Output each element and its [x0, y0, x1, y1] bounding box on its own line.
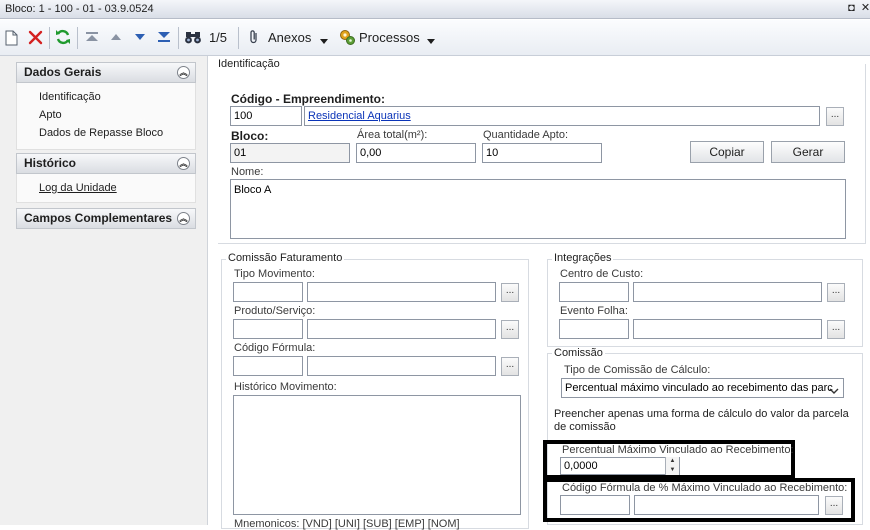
paperclip-icon[interactable]: [247, 29, 261, 45]
copiar-button[interactable]: Copiar: [690, 141, 764, 163]
percentual-spinner[interactable]: ▲ ▼: [665, 457, 679, 475]
empreendimento-field[interactable]: Residencial Aquarius: [304, 106, 820, 126]
comissao-faturamento-title: Comissão Faturamento: [226, 252, 345, 264]
nav-header-label: Dados Gerais: [24, 65, 102, 79]
codigo-formula-percentual-code-input[interactable]: [560, 495, 630, 515]
centro-custo-desc-input[interactable]: [633, 282, 822, 302]
codigo-formula-lookup-button[interactable]: ...: [501, 357, 519, 376]
area-total-label: Área total(m²):: [357, 129, 428, 141]
tipo-movimento-lookup-button[interactable]: ...: [501, 283, 519, 302]
processos-button[interactable]: Processos: [359, 28, 420, 48]
last-record-icon[interactable]: [157, 31, 171, 43]
nav-item-log-unidade[interactable]: Log da Unidade: [39, 182, 117, 194]
refresh-icon[interactable]: [55, 29, 71, 45]
codigo-formula-percentual-label: Código Fórmula de % Máximo Vinculado ao …: [562, 482, 848, 494]
produto-code-input[interactable]: [233, 319, 303, 339]
centro-custo-label: Centro de Custo:: [560, 268, 644, 280]
percentual-maximo-input[interactable]: 0,0000: [560, 457, 680, 475]
historico-movimento-textarea[interactable]: [233, 395, 521, 515]
tipo-movimento-desc-input[interactable]: [307, 282, 496, 302]
previous-record-icon[interactable]: [110, 32, 122, 42]
window-title-bar: Bloco: 1 - 100 - 01 - 03.9.0524: [0, 0, 870, 19]
restore-icon[interactable]: ◘: [846, 3, 857, 14]
collapse-chevron-icon[interactable]: ︽: [177, 66, 190, 79]
first-record-icon[interactable]: [85, 31, 99, 43]
evento-folha-code-input[interactable]: [559, 319, 629, 339]
tipo-comissao-dropdown-icon[interactable]: [829, 385, 839, 394]
spin-down-icon[interactable]: ▼: [666, 466, 679, 475]
tipo-comissao-value: Percentual máximo vinculado ao recebimen…: [565, 382, 833, 394]
codigo-formula-desc-input[interactable]: [307, 356, 496, 376]
codigo-formula-label: Código Fórmula:: [234, 342, 316, 354]
nav-header-label: Campos Complementares: [24, 211, 173, 225]
tipo-comissao-label: Tipo de Comissão de Cálculo:: [564, 364, 711, 376]
toolbar-separator: [178, 27, 179, 49]
quantidade-apto-label: Quantidade Apto:: [483, 129, 569, 141]
percentual-maximo-label: Percentual Máximo Vinculado ao Recebimen…: [562, 444, 794, 456]
tipo-movimento-label: Tipo Movimento:: [234, 268, 315, 280]
processos-dropdown-icon[interactable]: [427, 35, 435, 44]
new-icon[interactable]: [5, 30, 18, 46]
produto-lookup-button[interactable]: ...: [501, 320, 519, 339]
nome-label: Nome:: [231, 166, 264, 178]
codigo-formula-percentual-desc-input[interactable]: [634, 495, 819, 515]
next-record-icon[interactable]: [134, 32, 146, 42]
nav-item-identificacao[interactable]: Identificação: [39, 91, 101, 103]
nome-textarea[interactable]: Bloco A: [230, 179, 846, 239]
codigo-formula-percentual-lookup-button[interactable]: ...: [825, 496, 843, 515]
historico-movimento-label: Histórico Movimento:: [234, 381, 337, 393]
record-position: 1/5: [208, 30, 228, 45]
evento-folha-desc-input[interactable]: [633, 319, 822, 339]
codigo-empreendimento-label: Código - Empreendimento:: [231, 92, 385, 106]
comissao-title: Comissão: [552, 347, 605, 359]
collapse-chevron-icon[interactable]: ︽: [177, 157, 190, 170]
produto-desc-input[interactable]: [307, 319, 496, 339]
anexos-button[interactable]: Anexos: [268, 28, 312, 48]
toolbar-separator: [77, 27, 78, 49]
toolbar-separator: [238, 27, 239, 49]
nav-header-label: Histórico: [24, 156, 77, 170]
toolbar: [0, 20, 870, 56]
produto-servico-label: Produto/Serviço:: [234, 305, 316, 317]
binoculars-icon[interactable]: [184, 30, 202, 44]
comissao-hint-text: Preencher apenas uma forma de cálculo do…: [554, 408, 849, 433]
codigo-input[interactable]: 100: [230, 106, 302, 126]
delete-icon[interactable]: [28, 30, 43, 45]
centro-custo-code-input[interactable]: [559, 282, 629, 302]
area-total-input[interactable]: 0,00: [356, 143, 476, 163]
codigo-formula-code-input[interactable]: [233, 356, 303, 376]
toolbar-separator: [49, 27, 50, 49]
empreendimento-lookup-button[interactable]: ...: [826, 107, 844, 126]
integracoes-title: Integrações: [552, 252, 614, 264]
collapse-chevron-icon[interactable]: ︽: [177, 212, 190, 225]
evento-folha-lookup-button[interactable]: ...: [827, 320, 845, 339]
nav-item-dados-repasse[interactable]: Dados de Repasse Bloco: [39, 127, 163, 139]
quantidade-apto-input[interactable]: 10: [482, 143, 602, 163]
tipo-comissao-select[interactable]: Percentual máximo vinculado ao recebimen…: [561, 378, 844, 398]
bloco-label: Bloco:: [231, 129, 269, 143]
bloco-input[interactable]: 01: [230, 143, 350, 163]
nav-header-campos-complementares[interactable]: Campos Complementares ︽: [16, 208, 196, 229]
process-icon[interactable]: [338, 28, 356, 46]
anexos-dropdown-icon[interactable]: [320, 35, 328, 44]
nav-header-dados-gerais[interactable]: Dados Gerais ︽: [16, 62, 196, 83]
centro-custo-lookup-button[interactable]: ...: [827, 283, 845, 302]
tipo-movimento-code-input[interactable]: [233, 282, 303, 302]
evento-folha-label: Evento Folha:: [560, 305, 628, 317]
spin-up-icon[interactable]: ▲: [666, 457, 679, 466]
nav-item-apto[interactable]: Apto: [39, 109, 62, 121]
percentual-maximo-value: 0,0000: [564, 460, 598, 472]
window-title: Bloco: 1 - 100 - 01 - 03.9.0524: [5, 3, 154, 15]
nav-header-historico[interactable]: Histórico ︽: [16, 153, 196, 174]
mnemonicos-label: Mnemonicos: [VND] [UNI] [SUB] [EMP] [NOM…: [234, 518, 460, 530]
empreendimento-link[interactable]: Residencial Aquarius: [308, 110, 411, 122]
close-window-icon[interactable]: ✕: [860, 3, 870, 14]
gerar-button[interactable]: Gerar: [771, 141, 845, 163]
